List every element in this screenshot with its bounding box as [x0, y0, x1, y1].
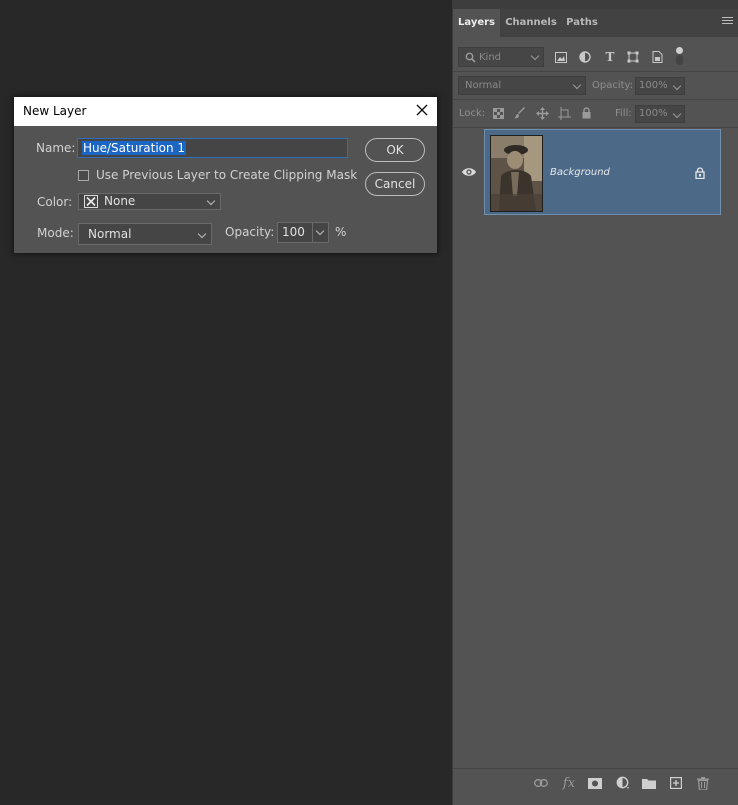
opacity-dropdown-button[interactable] [312, 223, 328, 242]
clipping-mask-label: Use Previous Layer to Create Clipping Ma… [96, 168, 358, 182]
visibility-eye-icon[interactable] [461, 166, 477, 180]
new-layer-icon[interactable] [669, 776, 683, 790]
layer-fill-value: 100% [639, 108, 668, 119]
no-color-swatch-icon [84, 195, 98, 208]
chevron-down-icon [530, 51, 540, 61]
dialog-title: New Layer [23, 104, 87, 118]
tab-channels[interactable]: Channels [503, 9, 559, 37]
chevron-down-icon [672, 109, 682, 119]
color-label: Color: [37, 195, 73, 209]
tab-paths[interactable]: Paths [561, 9, 603, 37]
chevron-down-icon [197, 229, 207, 239]
cancel-button[interactable]: Cancel [365, 172, 425, 196]
chevron-down-icon [572, 80, 582, 90]
layer-fill-field[interactable]: 100% [635, 105, 685, 123]
ok-button[interactable]: OK [365, 138, 425, 162]
layer-name-value: Hue/Saturation 1 [82, 141, 187, 155]
mode-value: Normal [88, 227, 132, 241]
lock-label: Lock: [459, 108, 486, 119]
opacity-field[interactable]: 100 [277, 222, 329, 243]
chevron-down-icon [672, 81, 682, 91]
chevron-down-icon [206, 196, 216, 206]
color-value: None [104, 194, 136, 208]
lock-transparent-pixels-icon[interactable] [491, 106, 505, 120]
new-layer-dialog: New Layer Name: Hue/Saturation 1 Use Pre… [13, 96, 438, 254]
smart-object-filter-icon[interactable] [650, 50, 664, 64]
image-filter-icon[interactable] [554, 50, 568, 64]
divider [453, 127, 738, 128]
mode-label: Mode: [37, 226, 74, 240]
panel-tab-bar: Layers Channels Paths [453, 9, 738, 37]
layer-lock-icon [695, 167, 705, 182]
chevron-down-icon [315, 226, 325, 236]
layer-opacity-value: 100% [639, 80, 668, 91]
dialog-title-bar[interactable]: New Layer [14, 97, 437, 126]
close-icon[interactable] [415, 103, 429, 117]
kind-filter-label: Kind [479, 52, 502, 63]
opacity-unit: % [335, 225, 347, 239]
divider [453, 71, 738, 72]
new-group-icon[interactable] [642, 776, 656, 790]
blend-mode-value: Normal [465, 80, 502, 91]
layers-panel: Layers Channels Paths Kind T Normal Opac… [452, 0, 738, 805]
adjustment-filter-icon[interactable] [578, 50, 592, 64]
opacity-label: Opacity: [225, 225, 275, 239]
lock-image-pixels-icon[interactable] [513, 106, 527, 120]
panel-menu-icon[interactable] [722, 17, 733, 29]
mode-dropdown[interactable]: Normal [78, 223, 212, 245]
divider [453, 99, 738, 100]
new-adjustment-layer-icon[interactable] [616, 776, 630, 790]
lock-all-icon[interactable] [579, 106, 593, 120]
tab-layers[interactable]: Layers [453, 9, 500, 37]
panel-top-strip [453, 0, 738, 9]
layer-name: Background [550, 167, 610, 178]
kind-filter-dropdown[interactable]: Kind [458, 47, 544, 67]
fx-icon[interactable]: fx [562, 776, 576, 791]
fill-label: Fill: [615, 108, 632, 119]
type-filter-icon[interactable]: T [603, 50, 617, 64]
layer-opacity-field[interactable]: 100% [635, 77, 685, 95]
layer-thumbnail [490, 135, 543, 212]
lock-position-icon[interactable] [535, 106, 549, 120]
opacity-value: 100 [282, 225, 305, 239]
shape-filter-icon[interactable] [626, 50, 640, 64]
layers-bottom-toolbar: fx [453, 768, 738, 805]
layer-name-input[interactable]: Hue/Saturation 1 [77, 138, 348, 158]
name-label: Name: [36, 141, 76, 155]
search-icon [465, 52, 476, 63]
lock-artboard-icon[interactable] [557, 106, 571, 120]
filter-toggle-icon[interactable] [674, 46, 684, 66]
delete-layer-icon[interactable] [696, 776, 710, 790]
opacity-label: Opacity: [592, 80, 634, 91]
layer-row-background[interactable]: Background [484, 129, 721, 215]
blend-mode-dropdown[interactable]: Normal [458, 76, 586, 95]
add-mask-icon[interactable] [588, 776, 602, 790]
clipping-mask-checkbox[interactable] [78, 170, 89, 181]
link-layers-icon[interactable] [534, 776, 548, 790]
color-dropdown[interactable]: None [78, 193, 221, 210]
